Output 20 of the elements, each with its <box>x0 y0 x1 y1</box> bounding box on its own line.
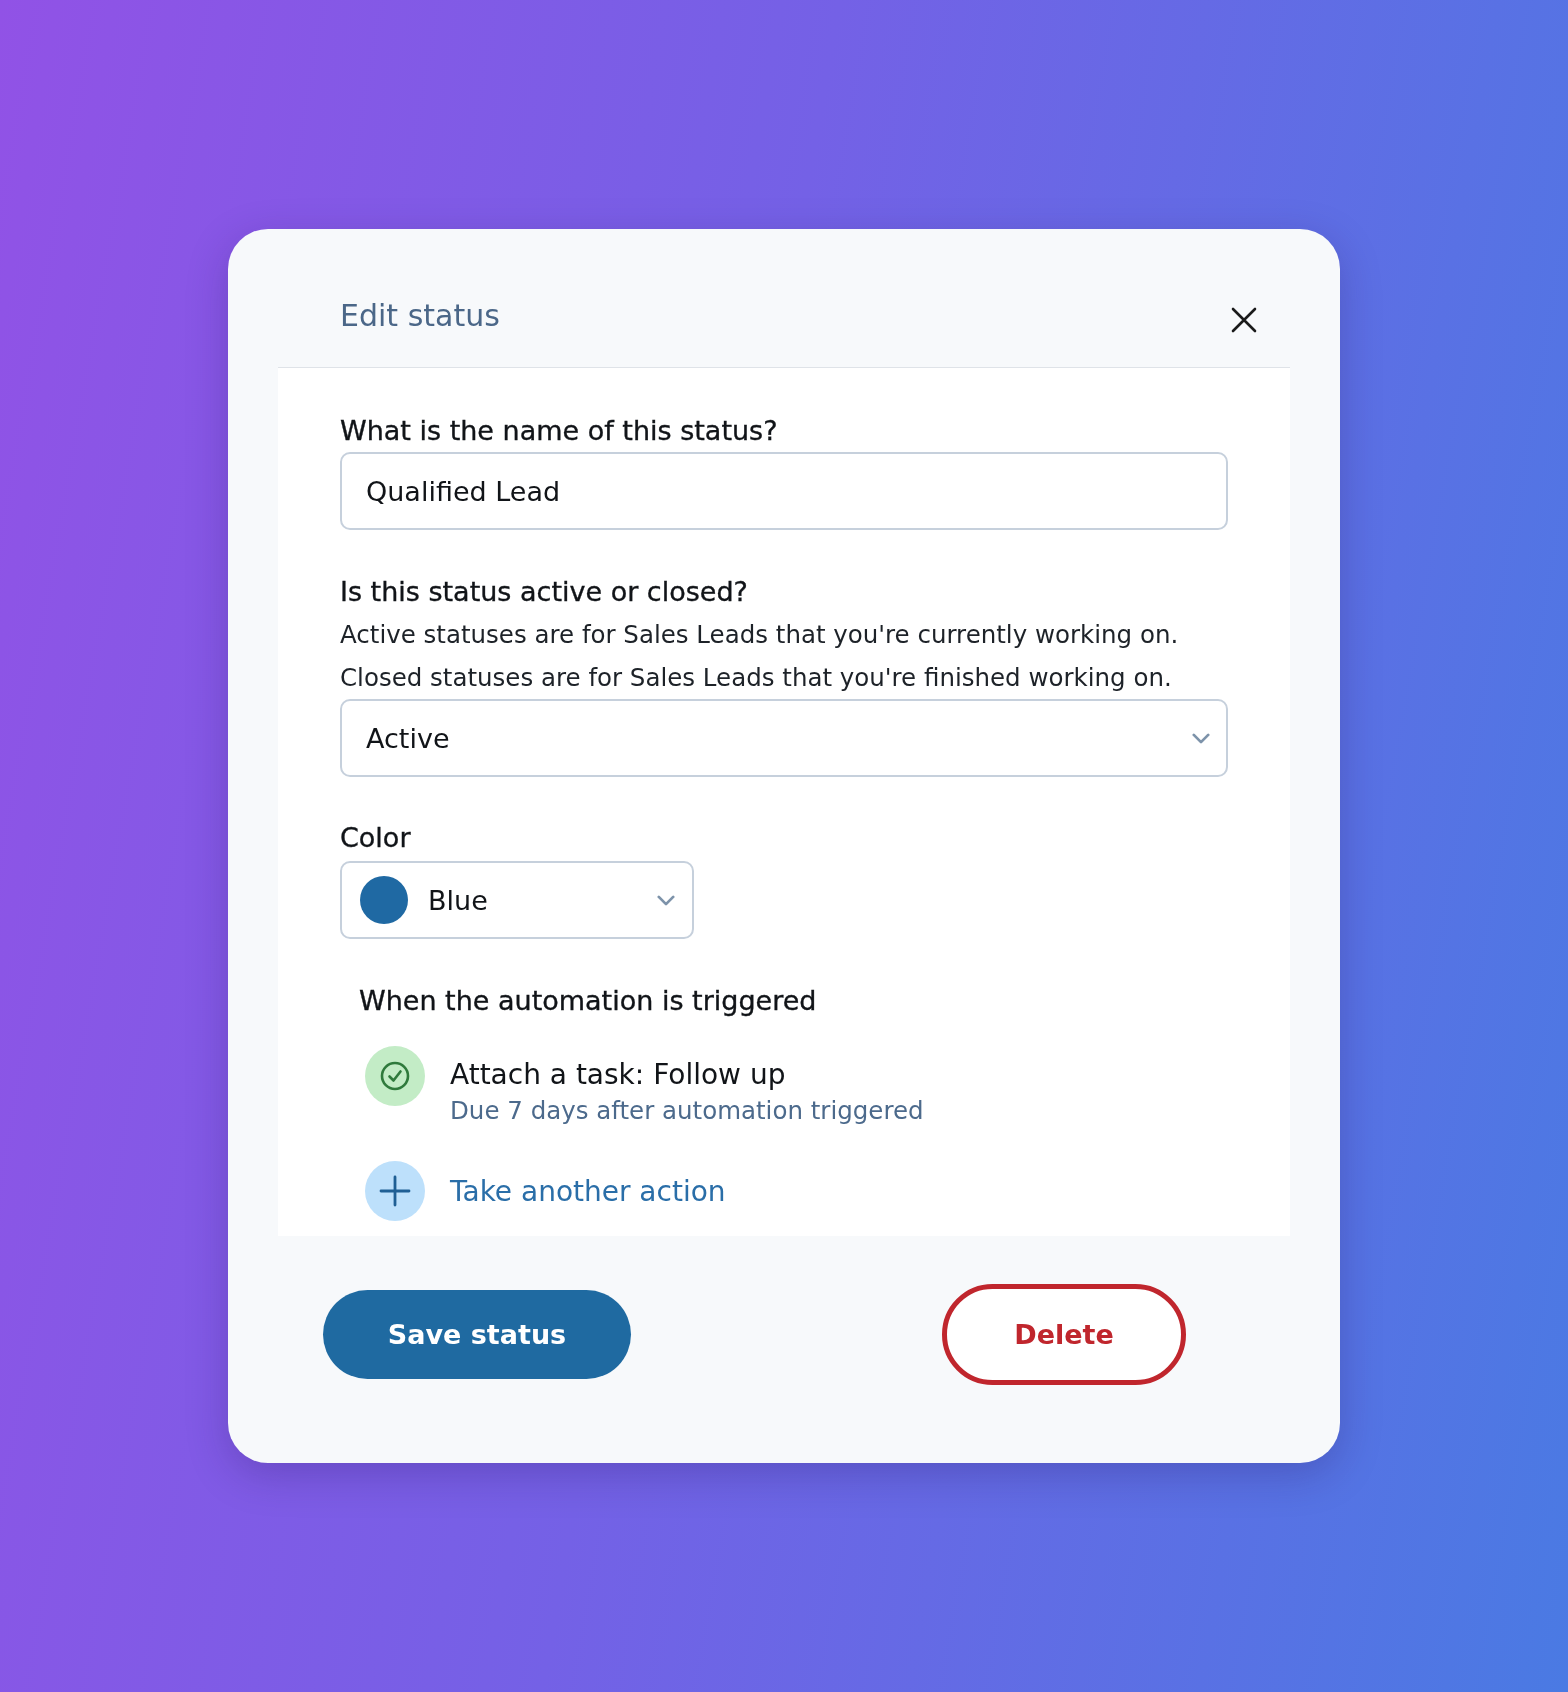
field-label: What is the name of this status? <box>340 414 779 448</box>
chevron-down-icon <box>657 894 675 906</box>
delete-button[interactable]: Delete <box>942 1284 1186 1385</box>
field-label: Is this status active or closed? <box>340 575 749 609</box>
action-title: Attach a task: Follow up <box>450 1057 787 1093</box>
status-type-select[interactable]: Active <box>340 699 1228 777</box>
chevron-down-icon <box>1192 732 1210 744</box>
help-text: Active statuses are for Sales Leads that you're currently working on. <box>340 619 1180 651</box>
help-text: Closed statuses are for Sales Leads that you're finished working on. <box>340 662 1173 694</box>
plus-icon <box>365 1161 425 1221</box>
close-icon[interactable] <box>1231 307 1257 333</box>
save-button[interactable]: Save status <box>323 1290 631 1379</box>
status-name-field[interactable]: Qualified Lead <box>340 452 1228 530</box>
check-circle-icon <box>365 1046 425 1106</box>
dialog-title: Edit status <box>340 297 500 335</box>
section-heading: When the automation is triggered <box>359 984 818 1018</box>
field-label: Color <box>340 821 412 855</box>
action-subtitle: Due 7 days after automation triggered <box>450 1095 924 1127</box>
add-action-button[interactable]: Take another action <box>365 1161 726 1221</box>
color-select[interactable]: Blue <box>340 861 694 939</box>
